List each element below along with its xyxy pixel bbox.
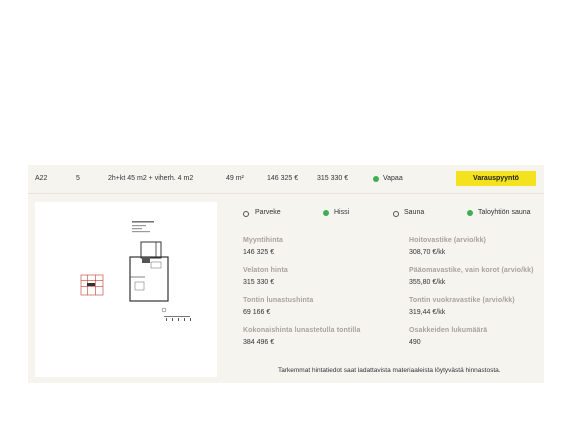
- floor-plan-drawing: [80, 221, 191, 321]
- myyntihinta-label: Myyntihinta: [243, 237, 283, 244]
- osakkeiden-lukumaara-label: Osakkeiden lukumäärä: [409, 327, 488, 334]
- tontin-vuokravastike-label: Tontin vuokravastike (arvio/kk): [409, 297, 515, 304]
- taloyhtion-sauna-status-icon: [467, 210, 473, 216]
- tontin-lunastushinta-label: Tontin lunastushinta: [243, 297, 314, 304]
- kokonaishinta-label: Kokonaishinta lunastetulla tontilla: [243, 327, 361, 334]
- tontin-lunastushinta-value: 69 166 €: [243, 309, 271, 316]
- feature-sauna: Sauna: [404, 209, 425, 216]
- paaomavastike-value: 355,80 €/kk: [409, 279, 446, 286]
- apartment-id: A22: [35, 175, 48, 182]
- sale-price: 146 325 €: [267, 175, 299, 182]
- feature-taloyhtion-sauna: Taloyhtiön sauna: [478, 209, 531, 216]
- kokonaishinta-value: 384 496 €: [243, 339, 275, 346]
- parveke-status-icon: [243, 211, 249, 217]
- sauna-status-icon: [393, 211, 399, 217]
- hoitovastike-label: Hoitovastike (arvio/kk): [409, 237, 486, 244]
- paaomavastike-label: Pääomavastike, vain korot (arvio/kk): [409, 267, 534, 274]
- apartment-layout: 2h+kt 45 m2 + viherh. 4 m2: [108, 175, 194, 182]
- apartment-floor: 5: [76, 175, 80, 182]
- floor-plan-image[interactable]: [35, 202, 217, 377]
- osakkeiden-lukumaara-value: 490: [409, 339, 421, 346]
- hoitovastike-value: 308,70 €/kk: [409, 249, 446, 256]
- myyntihinta-value: 146 325 €: [243, 249, 275, 256]
- pricing-footnote: Tarkemmat hintatiedot saat ladattavista …: [278, 367, 501, 374]
- apartment-card: A22 5 2h+kt 45 m2 + viherh. 4 m2 49 m² 1…: [28, 165, 544, 383]
- tontin-vuokravastike-value: 319,44 €/kk: [409, 309, 446, 316]
- status-badge: Vapaa: [383, 175, 403, 182]
- velaton-hinta-value: 315 330 €: [243, 279, 275, 286]
- reserve-button[interactable]: Varauspyyntö: [456, 171, 536, 186]
- feature-parveke: Parveke: [255, 209, 281, 216]
- velaton-hinta-label: Velaton hinta: [243, 267, 288, 274]
- apartment-row[interactable]: A22 5 2h+kt 45 m2 + viherh. 4 m2 49 m² 1…: [28, 165, 544, 194]
- hissi-status-icon: [323, 210, 329, 216]
- status-indicator-icon: [373, 176, 379, 182]
- apartment-area: 49 m²: [226, 175, 244, 182]
- debt-free-price: 315 330 €: [317, 175, 349, 182]
- feature-hissi: Hissi: [334, 209, 350, 216]
